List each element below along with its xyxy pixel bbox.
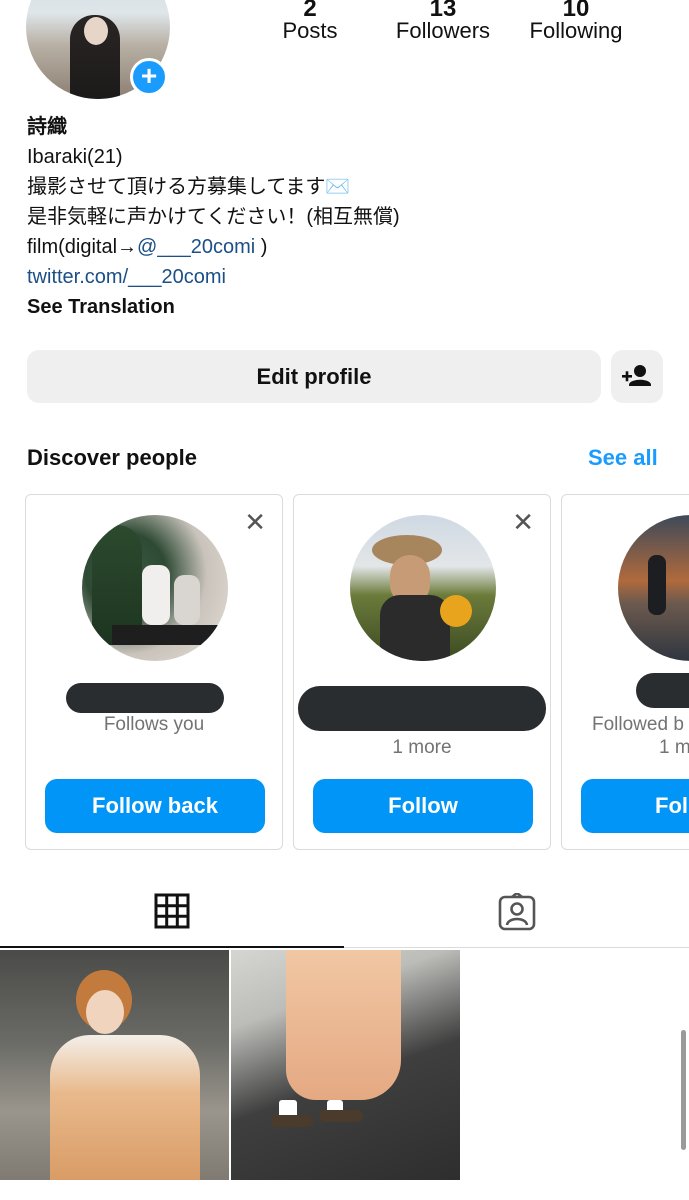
suggestion-card[interactable]: ✕ Follows you Follow back — [25, 494, 283, 850]
follow-button[interactable]: Fol — [581, 779, 689, 833]
posts-label: Posts — [282, 18, 338, 43]
redacted-username — [66, 683, 224, 713]
film-prefix: film(digital→ — [27, 236, 138, 258]
discover-people-button[interactable] — [611, 350, 663, 403]
redacted-username — [298, 686, 546, 731]
active-tab-indicator — [0, 946, 344, 948]
post-thumbnail[interactable] — [0, 950, 229, 1180]
bio-line: 撮影させて頂ける方募集してます✉️ — [27, 176, 351, 198]
suggestion-subtitle: Followed b — [592, 714, 684, 735]
add-story-plus-icon[interactable]: + — [130, 58, 168, 96]
suggestion-card[interactable]: ✕ 1 more Follow — [293, 494, 551, 850]
bio-film-line: film(digital→@___20comi ) — [27, 232, 400, 262]
posts-stat[interactable]: 2 Posts — [240, 0, 380, 44]
suggestion-subtitle-more: 1 m — [659, 737, 689, 758]
bio-line: 是非気軽に声かけてください！(相互無償) — [27, 206, 400, 228]
redacted-username — [636, 673, 689, 708]
suggestion-avatar[interactable] — [82, 515, 228, 661]
edit-profile-button[interactable]: Edit profile — [27, 350, 601, 403]
suggestion-avatar[interactable] — [350, 515, 496, 661]
grid-icon[interactable] — [154, 893, 190, 929]
posts-count: 2 — [303, 0, 317, 22]
avatar-face — [84, 17, 108, 45]
film-mention-link[interactable]: @___20comi — [137, 236, 255, 258]
profile-name: 詩織 — [27, 116, 67, 138]
following-stat[interactable]: 10 Following — [506, 0, 646, 44]
followers-count: 13 — [429, 0, 457, 22]
following-label: Following — [529, 18, 623, 43]
follow-back-button[interactable]: Follow back — [45, 779, 265, 833]
film-suffix: ) — [255, 236, 268, 258]
close-icon[interactable]: ✕ — [244, 509, 266, 535]
suggestion-card[interactable]: Followed b 1 m Fol — [561, 494, 689, 850]
person-add-icon — [622, 365, 651, 386]
profile-bio: 詩織 Ibaraki(21) 撮影させて頂ける方募集してます✉️ 是非気軽に声か… — [27, 112, 400, 322]
see-all-link[interactable]: See all — [588, 445, 658, 471]
suggestion-avatar[interactable] — [618, 515, 689, 661]
bio-link[interactable]: twitter.com/___20comi — [27, 262, 400, 292]
followers-label: Followers — [395, 18, 491, 43]
follow-button[interactable]: Follow — [313, 779, 533, 833]
discover-people-title: Discover people — [27, 445, 197, 470]
post-thumbnail[interactable] — [231, 950, 460, 1180]
bio-line: Ibaraki(21) — [27, 146, 123, 168]
suggestion-subtitle: Follows you — [103, 714, 205, 735]
following-count: 10 — [562, 0, 590, 22]
see-translation-link[interactable]: See Translation — [27, 292, 400, 322]
scrollbar[interactable] — [681, 1030, 686, 1150]
tagged-person-icon[interactable] — [498, 893, 536, 931]
close-icon[interactable]: ✕ — [512, 509, 534, 535]
suggestion-subtitle-more: 1 more — [392, 737, 452, 758]
followers-stat[interactable]: 13 Followers — [373, 0, 513, 44]
